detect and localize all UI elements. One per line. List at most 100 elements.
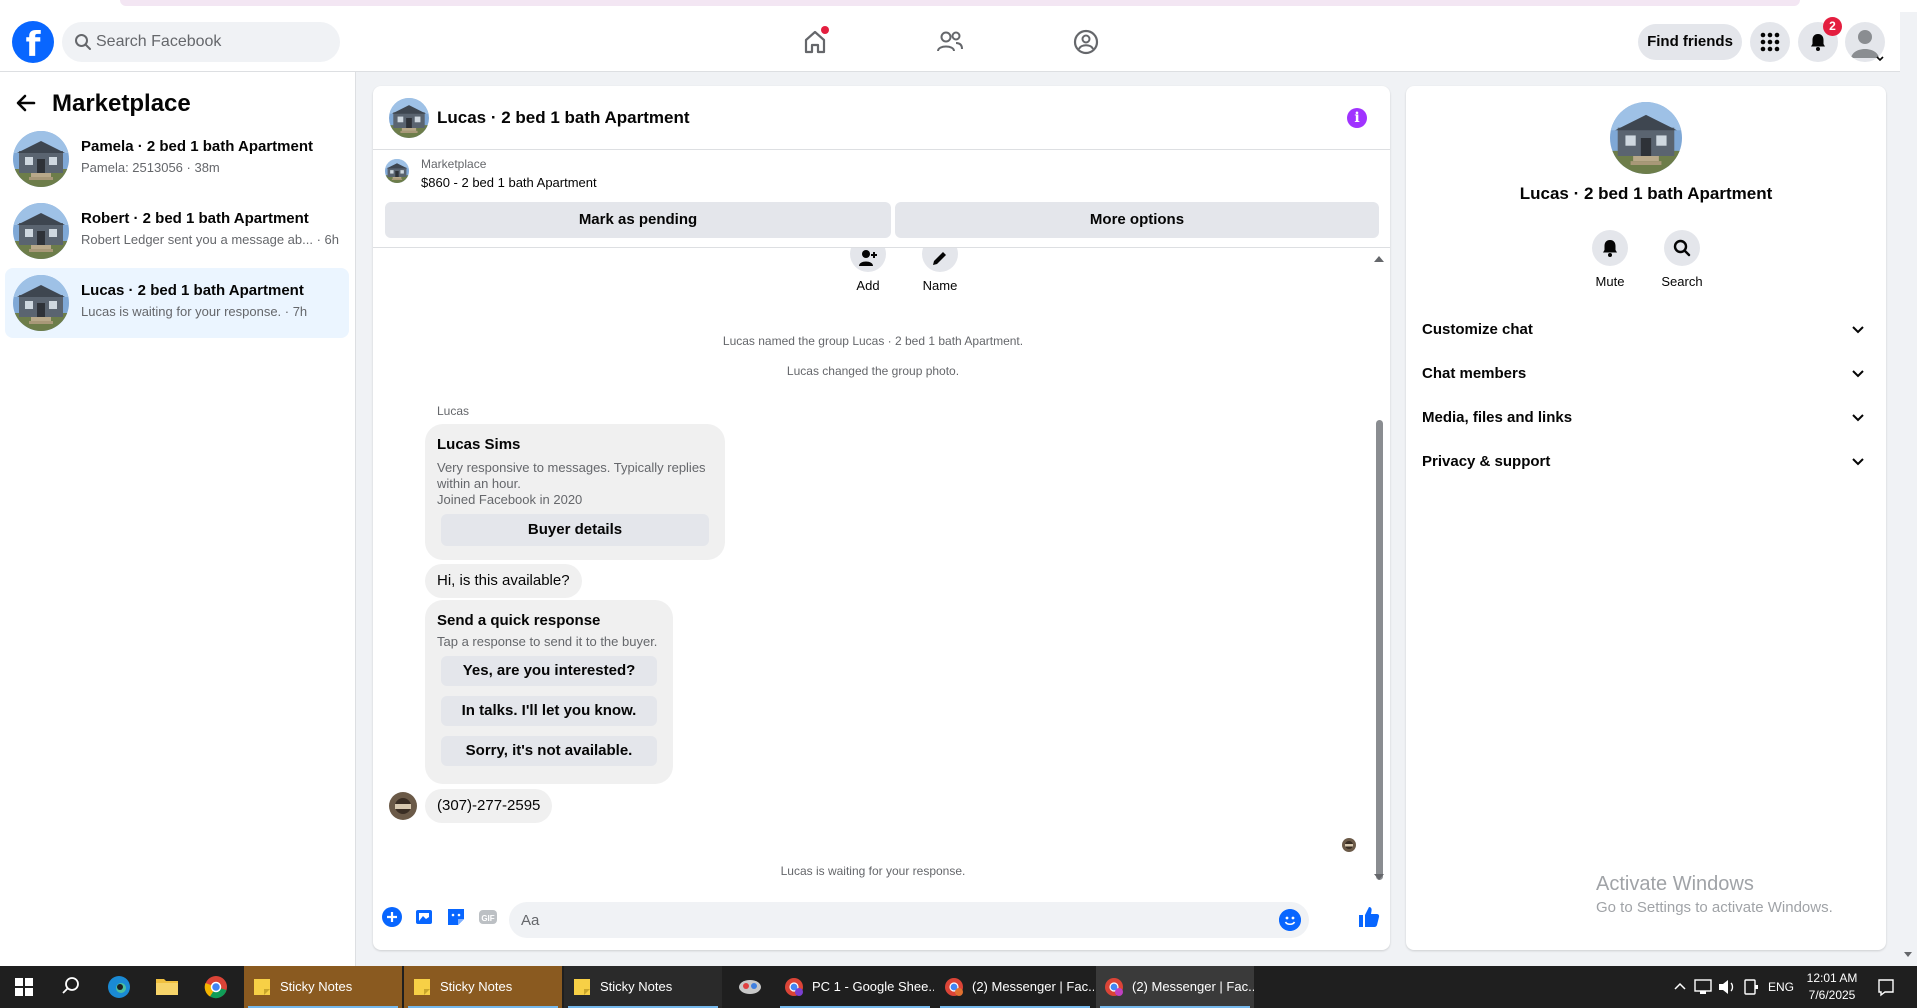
chat-members-section[interactable]: Chat members — [1414, 352, 1878, 396]
conversation-snippet: Pamela: 2513056 · 38m — [81, 160, 220, 175]
search-conversation-button[interactable]: Search — [1652, 230, 1712, 289]
quick-response-option[interactable]: Yes, are you interested? — [441, 656, 657, 686]
back-arrow-icon[interactable] — [14, 91, 38, 115]
more-options-button[interactable]: More options — [895, 202, 1379, 238]
home-nav-icon[interactable] — [797, 24, 833, 60]
taskbar-sticky-notes-2[interactable]: Sticky Notes — [404, 966, 562, 1008]
edge-browser-icon[interactable] — [95, 966, 143, 1008]
chevron-down-icon — [1852, 370, 1864, 378]
message-list: Add Name Lucas named the group Lucas · 2… — [373, 248, 1390, 884]
taskbar-google-sheets[interactable]: PC 1 - Google Shee... — [776, 966, 934, 1008]
home-notification-dot — [821, 26, 829, 34]
conversation-name: Lucas · 2 bed 1 bath Apartment — [81, 282, 304, 299]
quick-response-option[interactable]: In talks. I'll let you know. — [441, 696, 657, 726]
chat-title[interactable]: Lucas · 2 bed 1 bath Apartment — [437, 86, 690, 150]
gif-icon[interactable]: GIF — [477, 906, 499, 928]
photo-icon[interactable] — [413, 906, 435, 928]
page-scroll-down-arrow-icon[interactable] — [1904, 952, 1912, 957]
buyer-details-button[interactable]: Buyer details — [441, 514, 709, 546]
conversation-name: Pamela · 2 bed 1 bath Apartment — [81, 138, 314, 155]
conversation-info-icon[interactable]: i — [1347, 108, 1367, 128]
media-files-links-section[interactable]: Media, files and links — [1414, 396, 1878, 440]
quick-response-subtitle: Tap a response to send it to the buyer. — [437, 634, 658, 649]
message-input[interactable] — [521, 902, 1281, 938]
plus-circle-icon[interactable] — [381, 906, 403, 928]
chevron-down-icon — [1852, 326, 1864, 334]
scroll-down-arrow-icon[interactable] — [1374, 874, 1384, 880]
svg-text:GIF: GIF — [481, 914, 494, 923]
listing-thumbnail — [13, 275, 69, 331]
volume-icon[interactable] — [1716, 966, 1738, 1008]
listing-price-title: $860 - 2 bed 1 bath Apartment — [421, 175, 597, 190]
conversation-snippet: Robert Ledger sent you a message ab... ·… — [81, 232, 339, 247]
message-input-box[interactable] — [509, 902, 1309, 938]
name-group-tool[interactable]: Name — [910, 248, 970, 293]
tray-chevron-up-icon[interactable] — [1670, 966, 1690, 1008]
chrome-profile-icon — [945, 978, 963, 996]
quick-response-card: Send a quick response Tap a response to … — [425, 600, 673, 784]
windows-start-icon[interactable] — [0, 966, 48, 1008]
mute-button[interactable]: Mute — [1580, 230, 1640, 289]
language-indicator[interactable]: ENG — [1768, 966, 1794, 1008]
chrome-browser-icon[interactable] — [192, 966, 240, 1008]
sender-name: Lucas — [437, 404, 470, 418]
group-photo[interactable] — [1610, 102, 1682, 174]
quick-response-option[interactable]: Sorry, it's not available. — [441, 736, 657, 766]
buyer-profile-card: Lucas Sims Very responsive to messages. … — [425, 424, 725, 560]
scroll-up-arrow-icon[interactable] — [1374, 256, 1384, 262]
search-input[interactable] — [96, 22, 326, 62]
bell-icon — [1603, 240, 1617, 257]
add-person-icon — [859, 250, 877, 266]
message-scrollbar[interactable] — [1373, 254, 1385, 884]
add-label: Add — [856, 278, 880, 293]
taskbar-messenger-2-active[interactable]: (2) Messenger | Fac... — [1096, 966, 1254, 1008]
quick-response-title: Send a quick response — [437, 612, 601, 629]
browser-top-strip — [0, 0, 1917, 12]
scrollbar-thumb[interactable] — [1376, 420, 1383, 880]
conversation-details-panel: Lucas · 2 bed 1 bath Apartment Mute Sear… — [1406, 86, 1886, 950]
search-icon — [75, 34, 91, 50]
friends-nav-icon[interactable] — [932, 24, 968, 60]
system-clock[interactable]: 12:01 AM 7/6/2025 — [1800, 970, 1864, 1004]
mute-label: Mute — [1595, 274, 1625, 289]
listing-thumbnail — [13, 131, 69, 187]
sidebar-header: Marketplace — [14, 84, 191, 124]
privacy-support-section[interactable]: Privacy & support — [1414, 440, 1878, 484]
sticker-icon[interactable] — [445, 906, 467, 928]
search-box[interactable] — [62, 22, 340, 62]
read-receipt-avatar — [1342, 838, 1356, 852]
action-center-icon[interactable] — [1874, 966, 1898, 1008]
system-message: Lucas named the group Lucas · 2 bed 1 ba… — [722, 334, 1024, 348]
customize-chat-section[interactable]: Customize chat — [1414, 308, 1878, 352]
conversation-item-robert[interactable]: Robert · 2 bed 1 bath Apartment Robert L… — [5, 196, 349, 266]
conversation-item-lucas[interactable]: Lucas · 2 bed 1 bath Apartment Lucas is … — [5, 268, 349, 338]
name-label: Name — [922, 278, 958, 293]
search-label: Search — [1661, 274, 1703, 289]
taskbar-search-icon[interactable] — [46, 966, 94, 1008]
conversation-item-pamela[interactable]: Pamela · 2 bed 1 bath Apartment Pamela: … — [5, 124, 349, 194]
system-message: Lucas changed the group photo. — [786, 364, 960, 378]
taskbar-app-icon[interactable] — [726, 966, 774, 1008]
windows-taskbar: Sticky Notes Sticky Notes Sticky Notes P… — [0, 966, 1917, 1008]
chat-thumbnail[interactable] — [389, 98, 429, 138]
taskbar-sticky-notes-3[interactable]: Sticky Notes — [564, 966, 722, 1008]
taskbar-sticky-notes-1[interactable]: Sticky Notes — [244, 966, 402, 1008]
mark-as-pending-button[interactable]: Mark as pending — [385, 202, 891, 238]
thumbs-up-icon[interactable] — [1357, 905, 1381, 929]
emoji-icon[interactable] — [1279, 909, 1301, 931]
power-plug-icon[interactable] — [1740, 966, 1762, 1008]
taskbar-messenger-1[interactable]: (2) Messenger | Fac... — [936, 966, 1094, 1008]
incoming-message[interactable]: (307)-277-2595 — [425, 789, 553, 823]
file-explorer-icon[interactable] — [143, 966, 191, 1008]
add-member-tool[interactable]: Add — [838, 248, 898, 293]
find-friends-button[interactable]: Find friends — [1638, 24, 1742, 60]
network-icon[interactable] — [1692, 966, 1714, 1008]
marketplace-listing-row[interactable]: Marketplace $860 - 2 bed 1 bath Apartmen… — [373, 151, 1390, 197]
group-title: Lucas · 2 bed 1 bath Apartment — [1519, 184, 1773, 203]
facebook-logo-icon[interactable]: f — [12, 21, 54, 63]
groups-nav-icon[interactable] — [1068, 24, 1104, 60]
incoming-message[interactable]: Hi, is this available? — [425, 564, 582, 598]
menu-grid-icon[interactable] — [1750, 22, 1790, 62]
page-scrollbar[interactable] — [1900, 72, 1917, 966]
sender-avatar[interactable] — [389, 792, 417, 820]
